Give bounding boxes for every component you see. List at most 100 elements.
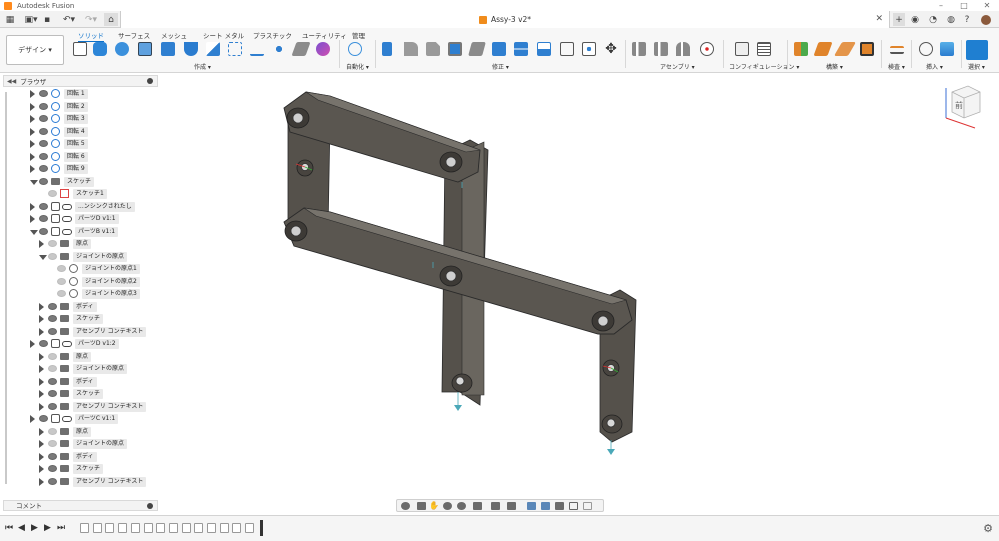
hole-icon[interactable] bbox=[138, 42, 152, 56]
browser-tree-row[interactable]: 原点 bbox=[0, 351, 160, 363]
expand-triangle-icon[interactable] bbox=[39, 465, 44, 473]
browser-tree-row[interactable]: ボディ bbox=[0, 376, 160, 388]
save-icon[interactable]: ▪ bbox=[42, 13, 52, 26]
visibility-eye-icon[interactable] bbox=[39, 202, 48, 210]
browser-tree-row[interactable]: スケッチ bbox=[0, 313, 160, 325]
plane-at-angle-icon[interactable] bbox=[813, 42, 833, 56]
pin-icon[interactable] bbox=[147, 503, 153, 509]
browser-tree-row[interactable]: ジョイントの原点 bbox=[0, 438, 160, 450]
timeline-feature-step[interactable] bbox=[181, 523, 191, 533]
assemble-group-label[interactable]: アセンブリ ▾ bbox=[660, 62, 695, 71]
visibility-eye-icon[interactable] bbox=[39, 165, 48, 172]
visibility-eye-icon[interactable] bbox=[48, 365, 57, 372]
insert-image-icon[interactable] bbox=[940, 42, 954, 56]
visibility-eye-icon[interactable] bbox=[57, 265, 66, 272]
browser-tree-row[interactable]: 回転 6 bbox=[0, 151, 160, 163]
close-tab-icon[interactable]: ✕ bbox=[875, 14, 883, 24]
tab-sheet-metal[interactable]: シート メタル bbox=[203, 30, 244, 40]
visibility-eye-icon[interactable] bbox=[39, 115, 48, 122]
visibility-eye-icon[interactable] bbox=[48, 452, 57, 460]
visibility-eye-icon[interactable] bbox=[48, 477, 57, 485]
visibility-eye-icon[interactable] bbox=[48, 377, 57, 385]
plane-body-icon[interactable] bbox=[291, 42, 311, 56]
fit-icon[interactable] bbox=[457, 502, 466, 510]
display-settings-icon[interactable] bbox=[473, 502, 482, 510]
timeline-marker[interactable] bbox=[260, 520, 263, 536]
browser-tree-row[interactable]: スケッチ bbox=[0, 463, 160, 475]
timeline-feature-step[interactable] bbox=[232, 523, 242, 533]
form-icon[interactable] bbox=[316, 42, 330, 56]
comments-panel[interactable]: コメント bbox=[3, 500, 158, 511]
timeline-prev-button[interactable]: ◀ bbox=[18, 523, 25, 533]
tab-utilities[interactable]: ユーティリティ bbox=[302, 30, 347, 40]
viewports-icon[interactable] bbox=[507, 502, 516, 510]
expand-triangle-icon[interactable] bbox=[39, 365, 44, 373]
browser-tree-row[interactable]: ジョイントの原点2 bbox=[0, 276, 160, 288]
visibility-eye-icon[interactable] bbox=[48, 252, 57, 260]
visibility-eye-icon[interactable] bbox=[48, 402, 57, 410]
timeline-feature-step[interactable] bbox=[207, 523, 216, 533]
box-icon[interactable] bbox=[161, 42, 175, 56]
browser-tree-row[interactable]: スケッチ bbox=[0, 176, 160, 188]
expand-triangle-icon[interactable] bbox=[39, 315, 44, 323]
cone-icon[interactable] bbox=[206, 42, 220, 56]
browser-tree-row[interactable]: ジョイントの原点1 bbox=[0, 263, 160, 275]
insert-derive-icon[interactable] bbox=[919, 42, 933, 56]
timeline-feature-step[interactable] bbox=[80, 523, 89, 533]
browser-tree-row[interactable]: ...ンシンクされたし bbox=[0, 201, 160, 213]
tab-mesh[interactable]: メッシュ bbox=[161, 30, 187, 40]
cylinder-icon[interactable] bbox=[184, 42, 198, 56]
browser-tree-row[interactable]: パーツD v1:2 bbox=[0, 338, 160, 350]
browser-tree-row[interactable]: ボディ bbox=[0, 301, 160, 313]
timeline-feature-step[interactable] bbox=[168, 523, 178, 533]
expand-triangle-icon[interactable] bbox=[39, 240, 44, 248]
undo-icon[interactable]: ↶▾ bbox=[62, 13, 76, 26]
expand-triangle-icon[interactable] bbox=[30, 102, 35, 111]
expand-triangle-icon[interactable] bbox=[39, 427, 44, 436]
move-icon[interactable]: ✥ bbox=[604, 42, 618, 56]
pattern-icon[interactable] bbox=[228, 42, 242, 56]
expand-triangle-icon[interactable] bbox=[39, 352, 44, 361]
timeline-feature-step[interactable] bbox=[130, 523, 140, 533]
visibility-eye-icon[interactable] bbox=[39, 177, 48, 185]
visibility-eye-icon[interactable] bbox=[39, 90, 48, 97]
tab-solid[interactable]: ソリッド bbox=[78, 30, 104, 42]
shaded-visible-edges-icon[interactable] bbox=[541, 502, 550, 510]
new-tab-icon[interactable]: + bbox=[893, 13, 905, 26]
expand-triangle-icon[interactable] bbox=[39, 377, 44, 386]
collapse-triangle-icon[interactable] bbox=[30, 229, 38, 235]
look-at-icon[interactable] bbox=[417, 502, 426, 510]
insert-group-label[interactable]: 挿入 ▾ bbox=[926, 62, 943, 71]
model-display-icon[interactable] bbox=[527, 502, 536, 510]
motion-link-icon[interactable] bbox=[700, 42, 714, 56]
expand-triangle-icon[interactable] bbox=[30, 140, 35, 148]
visibility-eye-icon[interactable] bbox=[39, 140, 48, 147]
extensions-icon[interactable]: ◉ bbox=[910, 13, 920, 26]
browser-tree-row[interactable]: パーツC v1:1 bbox=[0, 413, 160, 425]
visibility-eye-icon[interactable] bbox=[39, 127, 48, 135]
browser-tree-row[interactable]: スケッチ1 bbox=[0, 188, 160, 200]
joint-icon[interactable] bbox=[654, 42, 668, 56]
expand-triangle-icon[interactable] bbox=[30, 152, 35, 161]
visibility-eye-icon[interactable] bbox=[48, 465, 57, 472]
automate-icon[interactable] bbox=[348, 42, 362, 56]
spline-icon[interactable] bbox=[250, 42, 264, 56]
select-group-label[interactable]: 選択 ▾ bbox=[968, 62, 985, 71]
browser-tree-row[interactable]: パーツB v1:1 bbox=[0, 226, 160, 238]
expand-triangle-icon[interactable] bbox=[30, 202, 35, 211]
document-tab[interactable]: Assy-3 v2* ✕ bbox=[120, 11, 890, 28]
visibility-eye-icon[interactable] bbox=[48, 390, 57, 397]
browser-tree-row[interactable]: ジョイントの原点 bbox=[0, 251, 160, 263]
visibility-eye-icon[interactable] bbox=[48, 427, 57, 435]
as-built-joint-icon[interactable] bbox=[676, 42, 690, 56]
job-status-icon[interactable]: ◔ bbox=[928, 13, 938, 26]
wireframe-icon[interactable] bbox=[569, 502, 578, 510]
browser-tree-row[interactable]: アセンブリ コンテキスト bbox=[0, 326, 160, 338]
visibility-eye-icon[interactable] bbox=[48, 440, 57, 447]
browser-tree-row[interactable]: 原点 bbox=[0, 426, 160, 438]
shell-icon[interactable] bbox=[448, 42, 462, 56]
collapse-triangle-icon[interactable] bbox=[30, 179, 38, 185]
draft-icon[interactable] bbox=[468, 42, 486, 56]
timeline-next-button[interactable]: ▶ bbox=[44, 523, 51, 533]
tangent-plane-icon[interactable] bbox=[833, 42, 857, 56]
